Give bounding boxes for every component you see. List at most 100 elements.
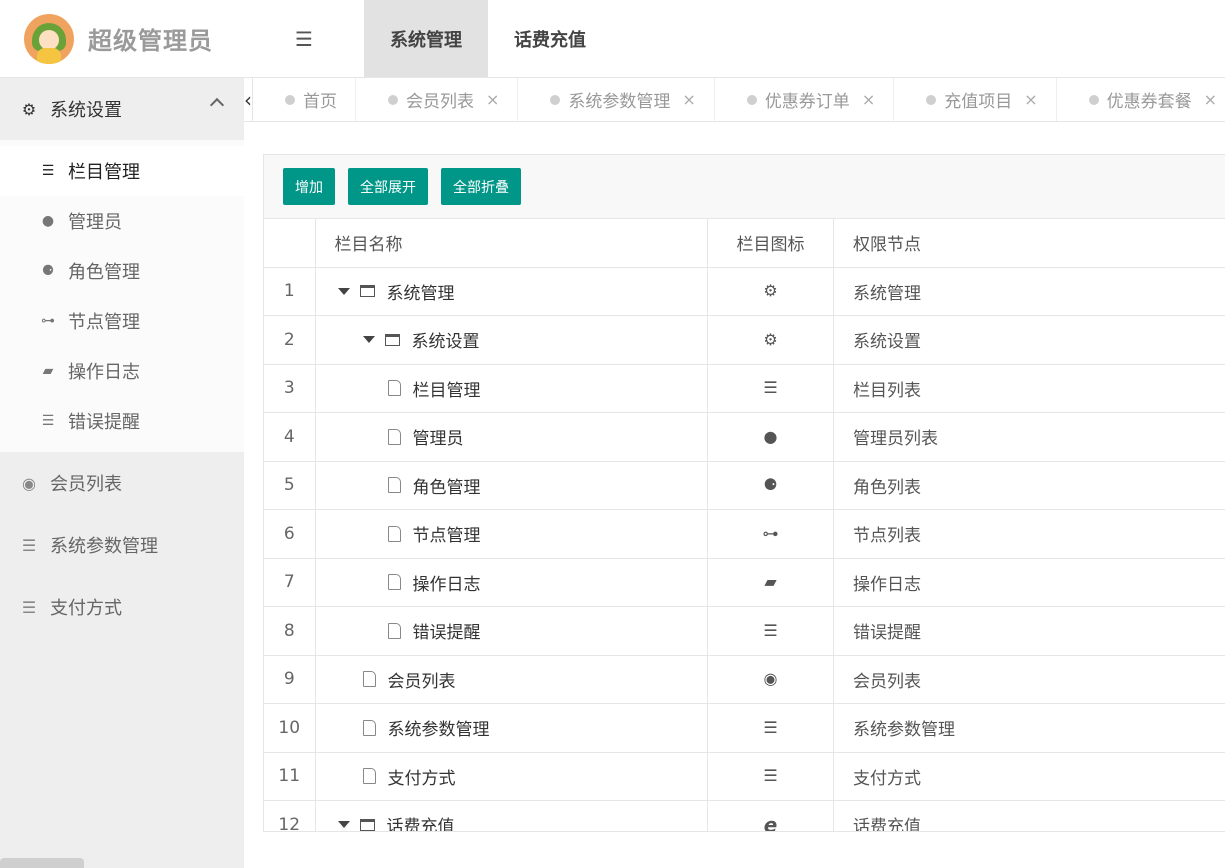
sidebar-item-5[interactable]: ☰ 错误提醒	[0, 396, 244, 446]
close-icon[interactable]: ×	[1204, 90, 1217, 109]
page-tab-1[interactable]: 会员列表 ×	[356, 78, 519, 121]
list-icon: ☰	[763, 620, 778, 640]
page-tab-2[interactable]: 系统参数管理 ×	[518, 78, 715, 121]
close-icon[interactable]: ×	[862, 90, 875, 109]
table-row[interactable]: 11 支付方式 ☰ 支付方式	[264, 752, 1225, 801]
brand-name: 超级管理员	[88, 27, 213, 55]
sidebar-item-0[interactable]: ☰ 栏目管理	[0, 146, 244, 196]
scrollbar-thumb[interactable]	[0, 858, 84, 868]
user-circle-icon: ◉	[763, 669, 778, 689]
list-icon: ☰	[41, 413, 55, 429]
caret-down-icon[interactable]	[337, 287, 350, 295]
expand-all-button[interactable]: 全部展开	[348, 168, 428, 205]
table-row[interactable]: 10 系统参数管理 ☰ 系统参数管理	[264, 703, 1225, 753]
sidebar: 超级管理员 ⚙ 系统设置 ☰ 栏目管理 ● 管理员 ⚈ 角色管理 ⊶ 节点管理 ▰ 操作日志 ☰ 错误…	[0, 0, 244, 868]
row-name: 话费充值	[386, 817, 455, 832]
col-perm: 权限节点	[833, 219, 1225, 268]
page-tab-3[interactable]: 优惠券订单 ×	[715, 78, 895, 121]
row-icon-cell: ☰	[707, 703, 834, 753]
row-index: 3	[264, 364, 316, 413]
sidebar-item-4[interactable]: ▰ 操作日志	[0, 346, 244, 396]
collapse-all-button[interactable]: 全部折叠	[441, 168, 521, 205]
page-tabs-bar: ‹ 首页 会员列表 × 系统参数管理 × 优惠券订单 × 充值项目 × 优惠券套餐 ×	[244, 78, 1225, 122]
row-name: 系统参数管理	[387, 720, 490, 741]
file-icon	[387, 525, 401, 542]
row-index: 8	[264, 606, 316, 656]
table-row[interactable]: 2 系统设置 ⚙ 系统设置	[264, 315, 1225, 365]
folder-window-icon	[384, 333, 400, 346]
sidebar-item-1[interactable]: ● 管理员	[0, 196, 244, 246]
page-tab-label: 首页	[303, 92, 337, 112]
caret-down-icon[interactable]	[337, 821, 350, 829]
row-icon-cell: ☰	[707, 364, 834, 413]
tab-dot-icon	[1088, 94, 1099, 105]
row-permission: 操作日志	[833, 558, 1225, 607]
sidebar-submenu: ☰ 栏目管理 ● 管理员 ⚈ 角色管理 ⊶ 节点管理 ▰ 操作日志 ☰ 错误提醒	[0, 140, 244, 452]
row-name: 栏目管理	[412, 380, 481, 401]
tab-dot-icon	[285, 94, 295, 105]
sidebar-item-label: 节点管理	[68, 312, 140, 333]
table-row[interactable]: 3 栏目管理 ☰ 栏目列表	[264, 364, 1225, 413]
table-row[interactable]: 1 系统管理 ⚙ 系统管理	[264, 267, 1225, 316]
row-icon-cell: ⚙	[707, 267, 834, 316]
sidebar-group-2[interactable]: ☰ 支付方式	[0, 576, 244, 638]
sidebar-section-system-settings[interactable]: ⚙ 系统设置	[0, 78, 244, 140]
table-row[interactable]: 6 节点管理 ⊶ 节点列表	[264, 509, 1225, 559]
table-row[interactable]: 7 操作日志 ▰ 操作日志	[264, 558, 1225, 607]
book-icon: ▰	[42, 363, 54, 379]
row-permission: 角色列表	[833, 461, 1225, 510]
top-tab-recharge[interactable]: 话费充值	[488, 0, 612, 77]
close-icon[interactable]: ×	[682, 90, 695, 109]
sidebar-item-3[interactable]: ⊶ 节点管理	[0, 296, 244, 346]
row-name: 节点管理	[412, 526, 481, 547]
table-row[interactable]: 12 话费充值 e 话费充值	[264, 800, 1225, 832]
page-tab-0[interactable]: 首页	[253, 78, 356, 121]
tab-dot-icon	[550, 94, 561, 105]
table-row[interactable]: 9 会员列表 ◉ 会员列表	[264, 655, 1225, 704]
page-tab-5[interactable]: 优惠券套餐 ×	[1057, 78, 1225, 121]
row-icon-cell: ▰	[707, 558, 834, 607]
add-button[interactable]: 增加	[283, 168, 335, 205]
page-tab-label: 优惠券订单	[764, 92, 850, 112]
user-circle-icon: ◉	[22, 473, 36, 493]
top-tab-system[interactable]: 系统管理	[364, 0, 488, 77]
page-tab-label: 优惠券套餐	[1106, 92, 1192, 112]
file-icon	[387, 622, 401, 639]
col-icon: 栏目图标	[707, 219, 834, 268]
row-index: 4	[264, 412, 316, 462]
close-icon[interactable]: ×	[1024, 90, 1037, 109]
sidebar-group-1[interactable]: ☰ 系统参数管理	[0, 514, 244, 576]
row-index: 7	[264, 558, 316, 607]
row-icon-cell: ⚙	[707, 315, 834, 365]
list-icon: ☰	[21, 535, 37, 555]
table-row[interactable]: 8 错误提醒 ☰ 错误提醒	[264, 606, 1225, 656]
sidebar-item-label: 管理员	[68, 212, 122, 233]
row-permission: 系统参数管理	[833, 703, 1225, 753]
row-name: 系统设置	[411, 332, 480, 353]
sidebar-group-label: 支付方式	[50, 598, 122, 619]
close-icon[interactable]: ×	[486, 90, 499, 109]
ie-icon: e	[763, 812, 778, 832]
sidebar-item-label: 栏目管理	[68, 162, 140, 183]
sidebar-item-2[interactable]: ⚈ 角色管理	[0, 246, 244, 296]
sidebar-group-0[interactable]: ◉ 会员列表	[0, 452, 244, 514]
row-permission: 系统管理	[833, 267, 1225, 316]
caret-down-icon[interactable]	[362, 336, 375, 344]
row-name-cell: 系统设置	[315, 315, 708, 365]
file-icon	[362, 768, 376, 785]
row-name-cell: 操作日志	[315, 558, 708, 607]
sidebar-item-label: 错误提醒	[68, 412, 140, 433]
row-icon-cell: ⊶	[707, 509, 834, 559]
chevron-left-icon[interactable]: ‹	[244, 78, 253, 121]
menu-fold-icon[interactable]: ☰	[244, 0, 364, 77]
cogs-icon: ⚙	[763, 281, 778, 301]
file-icon	[362, 719, 376, 736]
table-row[interactable]: 5 角色管理 ⚈ 角色列表	[264, 461, 1225, 510]
page-tab-4[interactable]: 充值项目 ×	[894, 78, 1057, 121]
row-index: 2	[264, 315, 316, 365]
col-index	[264, 219, 316, 268]
row-icon-cell: ☰	[707, 752, 834, 801]
menu-tree-table: 栏目名称 栏目图标 权限节点 1 系统管理 ⚙ 系统管理 2 系统设置 ⚙ 系统设置 3 栏目管理…	[264, 219, 1225, 832]
table-row[interactable]: 4 管理员 ● 管理员列表	[264, 412, 1225, 462]
tab-dot-icon	[388, 94, 398, 105]
